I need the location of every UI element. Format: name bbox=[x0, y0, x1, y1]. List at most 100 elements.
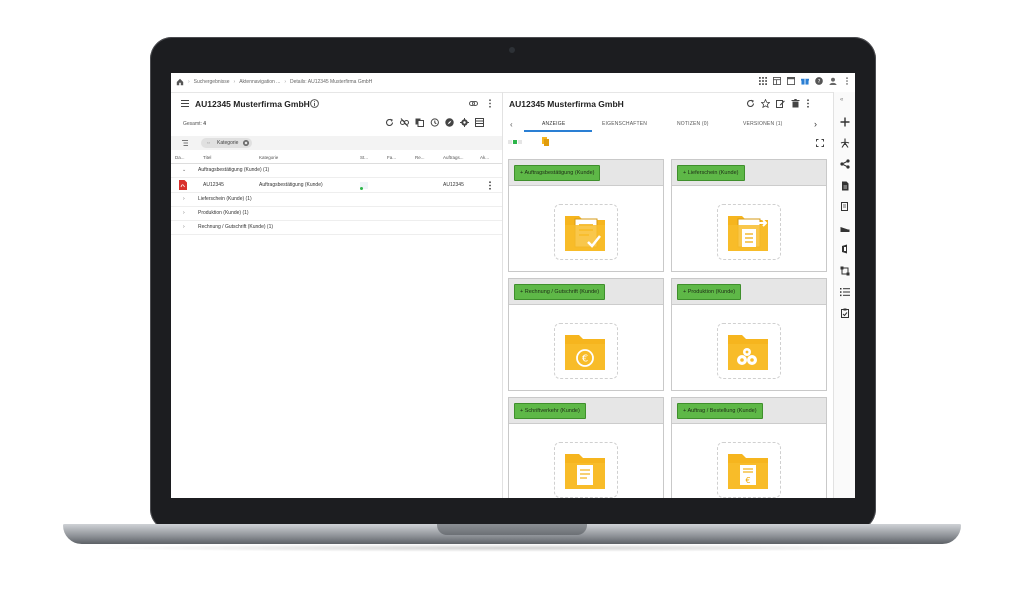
history-icon[interactable] bbox=[430, 118, 439, 127]
add-icon[interactable] bbox=[840, 117, 850, 127]
status-cell-active bbox=[513, 140, 517, 144]
chevron-right-icon[interactable]: › bbox=[183, 224, 185, 230]
tab-scroll-right-icon[interactable]: › bbox=[814, 119, 817, 129]
add-document-button[interactable]: + Rechnung / Gutschrift (Kunde) bbox=[514, 284, 606, 300]
card-header: + Lieferschein (Kunde) bbox=[672, 160, 826, 186]
pdf-icon[interactable] bbox=[840, 138, 850, 148]
column-header-re[interactable]: Re... bbox=[415, 155, 425, 160]
folder-delivery-icon[interactable] bbox=[717, 204, 781, 260]
folder-invoice-icon[interactable]: € bbox=[717, 442, 781, 498]
star-icon[interactable] bbox=[761, 99, 770, 108]
column-header-title[interactable]: Titel bbox=[203, 155, 211, 160]
collapse-rail-icon[interactable]: « bbox=[840, 97, 843, 103]
clipboard-check-icon[interactable] bbox=[840, 308, 850, 318]
add-document-button[interactable]: + Produktion (Kunde) bbox=[677, 284, 742, 300]
group-row[interactable]: › Lieferschein (Kunde) (1) bbox=[171, 193, 502, 207]
group-row[interactable]: ⌄ Auftragsbestätigung (Kunde) (1) bbox=[171, 164, 502, 178]
column-header-category[interactable]: Kategorie bbox=[259, 155, 278, 160]
window-icon[interactable] bbox=[787, 77, 795, 85]
filter-bar: ⇔ Kategorie bbox=[171, 136, 502, 150]
table-row[interactable]: AU12345 Auftragsbestätigung (Kunde) AU12… bbox=[171, 178, 502, 193]
filter-chip-category[interactable]: ⇔ Kategorie bbox=[201, 138, 253, 148]
chevron-right-icon[interactable]: › bbox=[183, 210, 185, 216]
column-header-status[interactable]: St... bbox=[360, 155, 368, 160]
total-label: Gesamt: bbox=[183, 121, 202, 127]
column-header-actions[interactable]: Ak... bbox=[480, 155, 489, 160]
folder-gears-icon[interactable] bbox=[717, 323, 781, 379]
svg-text:€: € bbox=[582, 354, 588, 365]
menu-icon[interactable] bbox=[181, 100, 189, 107]
group-icon[interactable] bbox=[182, 140, 188, 146]
folder-card[interactable]: + Rechnung / Gutschrift (Kunde) € bbox=[508, 278, 664, 391]
folder-card[interactable]: + Produktion (Kunde) bbox=[671, 278, 827, 391]
cell-category: Auftragsbestätigung (Kunde) bbox=[259, 182, 323, 188]
add-document-button[interactable]: + Auftragsbestätigung (Kunde) bbox=[514, 165, 601, 181]
group-row[interactable]: › Produktion (Kunde) (1) bbox=[171, 207, 502, 221]
folder-check-icon[interactable] bbox=[554, 204, 618, 260]
document-edit-icon[interactable] bbox=[840, 202, 850, 212]
compass-icon[interactable] bbox=[445, 118, 454, 127]
unlink-icon[interactable] bbox=[400, 118, 409, 127]
tab-eigenschaften[interactable]: EIGENSCHAFTEN bbox=[602, 121, 647, 127]
chip-remove-icon[interactable] bbox=[243, 140, 250, 146]
breadcrumb-item-navigation[interactable]: Aktennavigation ... bbox=[239, 79, 280, 85]
tab-notizen[interactable]: NOTIZEN (0) bbox=[677, 121, 709, 127]
add-document-button[interactable]: + Auftrag / Bestellung (Kunde) bbox=[677, 403, 763, 419]
gift-icon[interactable] bbox=[801, 77, 809, 85]
refresh-icon[interactable] bbox=[385, 118, 394, 127]
column-header-fa[interactable]: Fa... bbox=[387, 155, 396, 160]
list-icon[interactable] bbox=[840, 287, 850, 297]
folder-card[interactable]: + Auftragsbestätigung (Kunde) bbox=[508, 159, 664, 272]
row-more-icon[interactable] bbox=[488, 181, 492, 190]
copy-document-icon[interactable] bbox=[415, 118, 424, 127]
chevron-down-icon[interactable]: ⌄ bbox=[182, 167, 186, 173]
home-icon[interactable] bbox=[176, 78, 184, 86]
table-header: Da... Titel Kategorie St... Fa... Re... … bbox=[171, 152, 502, 164]
add-document-button[interactable]: + Lieferschein (Kunde) bbox=[677, 165, 745, 181]
card-label: Auftragsbestätigung (Kunde) bbox=[524, 170, 595, 176]
group-label: Auftragsbestätigung (Kunde) (1) bbox=[198, 167, 270, 173]
more-vert-icon[interactable] bbox=[488, 99, 492, 108]
layout-icon[interactable] bbox=[773, 77, 781, 85]
column-view-icon[interactable] bbox=[475, 118, 484, 127]
viewer-status bbox=[508, 139, 528, 146]
detail-tabs: ‹ ANZEIGE EIGENSCHAFTEN NOTIZEN (0) VERS… bbox=[503, 116, 833, 132]
folder-card[interactable]: + Lieferschein (Kunde) bbox=[671, 159, 827, 272]
breadcrumb-separator: › bbox=[188, 79, 190, 85]
share-icon[interactable] bbox=[840, 159, 850, 169]
delete-icon[interactable] bbox=[791, 99, 800, 108]
chevron-right-icon[interactable]: › bbox=[183, 196, 185, 202]
folder-card[interactable]: + Schriftverkehr (Kunde) bbox=[508, 397, 664, 498]
tab-scroll-left-icon[interactable]: ‹ bbox=[510, 120, 513, 129]
column-header-date[interactable]: Da... bbox=[175, 155, 185, 160]
document-stack-icon[interactable] bbox=[542, 137, 549, 146]
add-document-button[interactable]: + Schriftverkehr (Kunde) bbox=[514, 403, 586, 419]
edit-icon[interactable] bbox=[776, 99, 785, 108]
tab-anzeige[interactable]: ANZEIGE bbox=[542, 121, 565, 127]
info-icon[interactable] bbox=[310, 99, 319, 108]
breadcrumb-item-search[interactable]: Suchergebnisse bbox=[194, 79, 230, 85]
folder-card[interactable]: + Auftrag / Bestellung (Kunde) € bbox=[671, 397, 827, 498]
fullscreen-icon[interactable] bbox=[816, 139, 824, 147]
link-icon[interactable] bbox=[469, 100, 478, 107]
group-row[interactable]: › Rechnung / Gutschrift (Kunde) (1) bbox=[171, 221, 502, 235]
user-icon[interactable] bbox=[829, 77, 837, 85]
office-icon[interactable] bbox=[840, 244, 850, 254]
folder-letter-icon[interactable] bbox=[554, 442, 618, 498]
help-icon[interactable]: ? bbox=[815, 77, 823, 85]
breadcrumb-separator: › bbox=[233, 79, 236, 85]
more-vert-icon[interactable] bbox=[806, 99, 810, 108]
workflow-icon[interactable] bbox=[840, 266, 850, 276]
scanner-icon[interactable] bbox=[840, 223, 850, 233]
refresh-icon[interactable] bbox=[746, 99, 755, 108]
document-icon[interactable] bbox=[840, 181, 850, 191]
status-dot bbox=[360, 187, 363, 190]
card-header: + Auftragsbestätigung (Kunde) bbox=[509, 160, 663, 186]
apps-icon[interactable] bbox=[759, 77, 767, 85]
folder-euro-icon[interactable]: € bbox=[554, 323, 618, 379]
settings-icon[interactable] bbox=[460, 118, 469, 127]
column-header-order[interactable]: Auftrags... bbox=[443, 155, 464, 160]
more-vert-icon[interactable] bbox=[843, 77, 851, 85]
tab-versionen[interactable]: VERSIONEN (1) bbox=[743, 121, 783, 127]
list-toolbar bbox=[385, 118, 484, 127]
